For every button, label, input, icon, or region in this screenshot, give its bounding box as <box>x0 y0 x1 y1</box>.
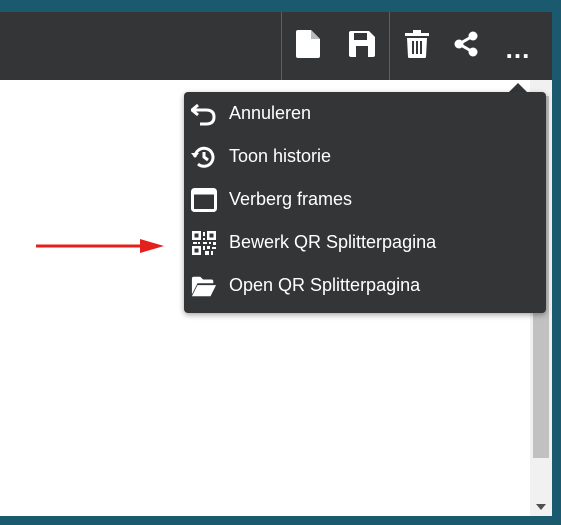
menu-item-toon-historie[interactable]: Toon historie <box>184 135 546 178</box>
folder-open-icon <box>191 273 217 299</box>
document-icon <box>296 29 320 63</box>
history-icon <box>191 144 217 170</box>
menu-item-label: Open QR Splitterpagina <box>229 275 421 295</box>
more-dots-label: ... <box>505 34 531 64</box>
window-frame-icon <box>191 187 217 213</box>
qr-code-icon <box>191 230 217 256</box>
delete-button[interactable] <box>402 29 432 63</box>
menu-caret <box>509 83 527 92</box>
red-annotation-arrow <box>36 239 164 253</box>
menu-item-annuleren[interactable]: Annuleren <box>184 92 546 135</box>
floppy-disk-icon <box>349 30 375 62</box>
scroll-down-arrow-icon[interactable] <box>536 504 546 510</box>
toolbar-separator <box>281 12 282 80</box>
share-icon <box>453 31 479 62</box>
toolbar-separator <box>389 12 390 80</box>
window-frame-right <box>552 0 561 525</box>
window-frame-top <box>0 0 561 12</box>
undo-icon <box>191 101 217 127</box>
toolbar: ... <box>0 12 552 80</box>
window-frame-bottom <box>0 516 561 525</box>
menu-item-label: Verberg frames <box>229 189 353 209</box>
save-button[interactable] <box>347 30 377 62</box>
menu-item-bewerk-qr-splitterpagina[interactable]: Bewerk QR Splitterpagina <box>184 221 546 264</box>
more-options-button[interactable]: ... <box>503 30 533 62</box>
trash-icon <box>405 29 429 63</box>
menu-item-label: Annuleren <box>229 103 312 123</box>
menu-item-label: Toon historie <box>229 146 332 166</box>
menu-item-open-qr-splitterpagina[interactable]: Open QR Splitterpagina <box>184 264 546 307</box>
menu-item-verberg-frames[interactable]: Verberg frames <box>184 178 546 221</box>
share-button[interactable] <box>451 30 481 62</box>
new-document-button[interactable] <box>293 29 323 63</box>
more-options-menu: Annuleren Toon historie Verberg frames B… <box>184 92 546 313</box>
menu-item-label: Bewerk QR Splitterpagina <box>229 232 437 252</box>
